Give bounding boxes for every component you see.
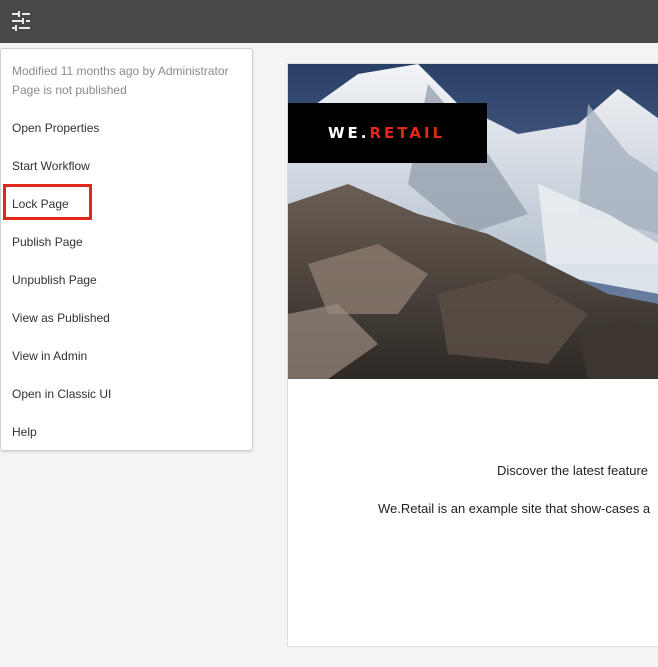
menu-item-view-as-published[interactable]: View as Published (12, 309, 110, 327)
menu-item-unpublish-page[interactable]: Unpublish Page (12, 271, 97, 289)
we-retail-logo: WE.RETAIL (288, 103, 487, 163)
lock-page-highlight (3, 184, 92, 220)
menu-item-help[interactable]: Help (12, 423, 37, 441)
menu-item-publish-page[interactable]: Publish Page (12, 233, 83, 251)
preview-heading-text: Discover the latest feature (497, 463, 649, 478)
page-meta: Modified 11 months ago by Administrator … (12, 62, 229, 100)
publish-status-text: Page is not published (12, 83, 127, 97)
page-preview: WE.RETAIL Discover the latest feature We… (287, 63, 658, 647)
logo-part-retail: RETAIL (369, 124, 446, 142)
logo-part-we: WE. (328, 124, 370, 142)
sliders-icon (12, 11, 30, 31)
page-information-button[interactable] (8, 8, 36, 34)
menu-item-open-classic-ui[interactable]: Open in Classic UI (12, 385, 111, 403)
top-toolbar (0, 0, 658, 43)
logo-text: WE.RETAIL (328, 124, 445, 142)
hero-image: WE.RETAIL (288, 64, 658, 379)
menu-item-open-properties[interactable]: Open Properties (12, 119, 99, 137)
menu-item-view-in-admin[interactable]: View in Admin (12, 347, 87, 365)
page-information-menu: Modified 11 months ago by Administrator … (0, 48, 253, 451)
preview-body-text: We.Retail is an example site that show-c… (378, 501, 651, 516)
menu-item-start-workflow[interactable]: Start Workflow (12, 157, 90, 175)
modified-text: Modified 11 months ago by Administrator (12, 64, 229, 78)
